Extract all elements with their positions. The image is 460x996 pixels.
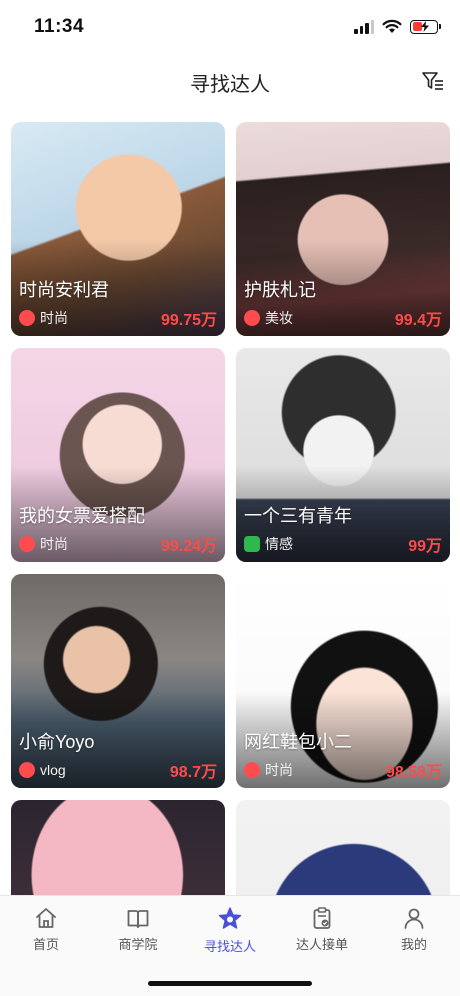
fans-count: 98.58万: [385, 764, 442, 781]
tab-label: 达人接单: [295, 937, 348, 952]
influencer-card[interactable]: 小俞Yoyo vlog 98.7万: [11, 574, 225, 788]
tab-find-influencers[interactable]: 寻找达人: [184, 906, 276, 954]
tab-label: 商学院: [118, 937, 158, 952]
influencer-card[interactable]: 我的女票爱搭配 时尚 99.24万: [11, 348, 225, 562]
influencer-category: 时尚: [40, 536, 68, 552]
tab-label: 我的: [400, 937, 427, 952]
influencer-category: 时尚: [40, 310, 68, 326]
fans-count: 99万: [408, 538, 442, 555]
influencer-name: 小俞Yoyo: [19, 732, 95, 752]
influencer-category: 时尚: [265, 762, 293, 778]
tab-accept-orders[interactable]: 达人接单: [276, 906, 368, 954]
battery-icon: [410, 19, 441, 34]
influencer-category: 情感: [265, 536, 293, 552]
tab-profile[interactable]: 我的: [368, 906, 460, 954]
weibo-icon: [244, 310, 260, 326]
influencer-name: 我的女票爱搭配: [19, 506, 145, 526]
tab-label: 寻找达人: [203, 939, 256, 954]
weibo-icon: [19, 310, 35, 326]
influencer-name: 一个三有青年: [244, 506, 352, 526]
influencer-card[interactable]: 一个三有青年 情感 99万: [236, 348, 450, 562]
home-icon: [36, 908, 56, 928]
fans-count: 98.7万: [169, 764, 217, 781]
influencer-card[interactable]: 护肤札记 美妆 99.4万: [236, 122, 450, 336]
status-bar: 11:34: [0, 0, 460, 56]
weibo-icon: [19, 762, 35, 778]
filter-icon: [422, 72, 443, 90]
influencer-photo: [236, 800, 450, 896]
influencer-card[interactable]: 网红鞋包小二 时尚 98.58万: [236, 574, 450, 788]
wechat-icon: [244, 536, 260, 552]
navigation-bar: 寻找达人: [0, 56, 460, 106]
influencer-card[interactable]: 时尚安利君 时尚 99.75万: [11, 122, 225, 336]
influencer-card[interactable]: [11, 800, 225, 896]
book-icon: [127, 910, 149, 928]
tab-label: 首页: [32, 937, 59, 952]
clipboard-check-icon: [313, 907, 331, 929]
fans-count: 99.75万: [160, 312, 217, 329]
fans-count: 99.24万: [160, 538, 217, 555]
weibo-icon: [19, 536, 35, 552]
influencer-grid: 时尚安利君 时尚 99.75万 护肤札记 美妆 99.4万 我的女票爱搭配 时尚…: [0, 120, 460, 896]
star-icon: [218, 907, 242, 929]
influencer-photo: [11, 800, 225, 896]
tab-business-school[interactable]: 商学院: [92, 906, 184, 954]
page-title: 寻找达人: [190, 74, 270, 96]
influencer-name: 护肤札记: [244, 280, 316, 300]
status-time: 11:34: [34, 16, 85, 37]
user-icon: [404, 908, 424, 929]
influencer-name: 时尚安利君: [19, 280, 109, 300]
signal-icon: [354, 19, 374, 34]
influencer-card[interactable]: [236, 800, 450, 896]
status-icons: [354, 19, 441, 34]
filter-button[interactable]: [420, 68, 446, 94]
influencer-category: vlog: [40, 762, 66, 778]
wifi-icon: [382, 19, 402, 33]
influencer-name: 网红鞋包小二: [244, 732, 352, 752]
weibo-icon: [244, 762, 260, 778]
influencer-category: 美妆: [265, 310, 293, 326]
home-indicator[interactable]: [148, 981, 312, 986]
tab-home[interactable]: 首页: [0, 906, 92, 954]
fans-count: 99.4万: [394, 312, 442, 329]
